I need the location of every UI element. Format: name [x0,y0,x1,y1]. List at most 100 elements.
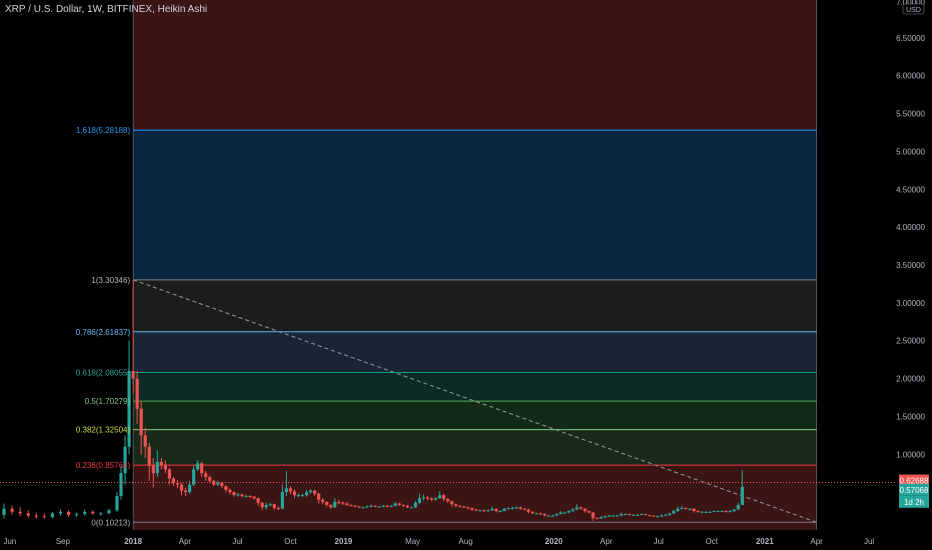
fib-level-label: 0(0.10213) [91,518,130,527]
candle-body [530,511,535,514]
candle-body [543,514,547,516]
candle-body [438,495,442,499]
candle-body [345,503,349,506]
candle-body [692,508,696,512]
candle-body [329,505,333,508]
candle-body [18,511,22,514]
fib-level-label: 0.5(1.70279) [85,397,131,406]
price-tick-label: 1.00000 [896,450,925,459]
time-tick-label: Jun [3,537,16,546]
candle-body [99,513,103,515]
candle-body [244,495,248,497]
candle-body [397,503,401,506]
time-tick-label: Jul [864,537,874,546]
fib-zone [133,279,817,332]
candle-body [672,511,676,514]
candle-body [494,508,498,512]
candle-body [220,483,224,487]
candle-body [127,371,131,447]
candle-body [167,469,172,479]
candle-body [304,492,309,496]
candle-body [627,514,631,516]
candle-body [555,514,559,516]
candle-body [603,516,607,518]
candle-body [466,507,470,509]
candle-body [268,504,272,506]
candle-body [200,463,204,474]
price-tick-label: 1.50000 [896,412,925,421]
candle-body [470,508,474,510]
candle-body [272,504,276,509]
candle-body [240,494,244,496]
candle-body [389,505,393,507]
fib-zone [133,372,817,402]
candle-body [664,514,668,516]
candle-body [688,508,692,510]
candle-body [188,484,192,493]
candle-body [288,488,293,492]
candle-body [482,510,486,512]
candle-body [26,513,30,516]
candle-body [248,495,252,497]
currency-label: USD [906,7,921,14]
fib-level-label: 0.236(0.85764) [76,461,131,470]
candle-body [341,502,345,504]
candle-body [183,490,188,493]
candle-body [83,511,87,515]
fib-level-label: 1(3.30346) [91,276,130,285]
candle-body [732,509,736,512]
candle-body [595,517,599,519]
fib-level-label: 0.786(2.61837) [76,328,131,337]
fibonacci-retracement[interactable] [132,0,817,530]
candle-body [547,515,551,517]
candle-body [417,498,422,503]
candle-body [256,498,260,503]
candle-body [119,473,123,496]
time-tick-label: 2019 [335,537,353,546]
candle-body [619,514,623,516]
candle-body [680,508,684,510]
candle-body [426,497,430,499]
candle-body [393,503,397,506]
candle-body [151,465,155,474]
candle-body [740,486,744,506]
candle-body [405,505,410,508]
candle-body [506,508,510,510]
candle-body [228,489,232,493]
candle-body [66,511,71,515]
candle-body [135,378,139,409]
candle-body [579,507,583,509]
candle-body [296,495,301,497]
candle-body [583,508,587,512]
time-tick-label: Oct [706,537,719,546]
candle-body [409,507,414,509]
fib-zone-bottom [133,522,817,530]
candle-body [365,506,369,508]
candle-body [478,510,482,512]
price-chart[interactable]: 0(0.10213) 0.236(0.85764) 0.382(1.32504) 0.… [0,0,932,550]
candle-body [623,514,627,516]
candle-body [131,371,135,379]
candle-body [264,505,268,508]
candle-body [538,513,543,515]
candle-body [50,513,55,518]
candle-body [224,486,228,490]
time-tick-label: Jul [232,537,242,546]
candle-body [659,515,664,517]
candle-body [486,510,490,512]
price-tick-label: 3.50000 [896,261,925,270]
candle-body [510,508,514,510]
candle-body [712,511,716,513]
price-tick-label: 3.00000 [896,299,925,308]
time-tick-label: Apr [179,537,192,546]
candle-body [434,498,438,500]
candle-body [563,512,567,514]
candle-body [700,511,704,513]
candle-body [309,490,313,493]
candle-body [534,513,539,515]
candle-body [155,461,159,474]
candle-body [607,515,611,517]
candle-body [615,515,619,517]
candle-body [571,509,575,512]
candle-body [728,511,732,513]
